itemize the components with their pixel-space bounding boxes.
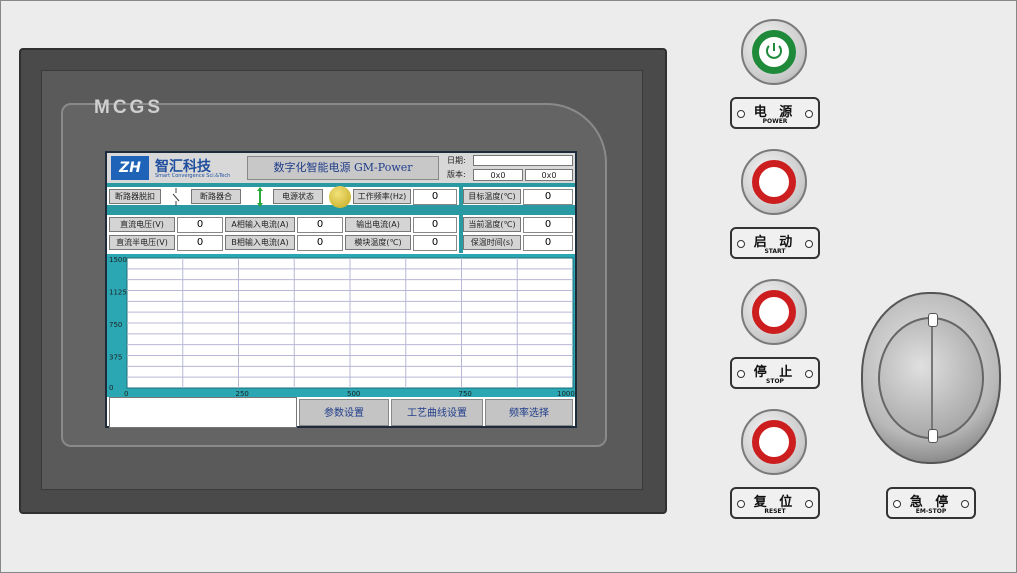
- stop-button[interactable]: [741, 279, 807, 345]
- system-title: 数字化智能电源 GM-Power: [247, 156, 439, 180]
- phase-a-current-value: 0: [297, 217, 343, 233]
- output-current-label: 输出电流(A): [345, 217, 411, 232]
- date-value: [473, 155, 573, 166]
- company-logo: ZH: [111, 156, 149, 180]
- chart-x-tick-label: 1000: [557, 390, 575, 397]
- knob-marker-icon: [928, 429, 938, 443]
- module-temp-value: 0: [413, 235, 457, 251]
- knob-marker-icon: [928, 313, 938, 327]
- dc-voltage-label: 直流电压(V): [109, 217, 175, 232]
- dc-voltage-value: 0: [177, 217, 223, 233]
- breaker-open-icon: [172, 188, 180, 206]
- emergency-stop-button[interactable]: [861, 292, 1001, 464]
- chart-y-tick-label: 1125: [109, 289, 127, 297]
- target-temp-value: 0: [523, 189, 573, 205]
- power-button[interactable]: [741, 19, 807, 85]
- chart-x-tick-label: 500: [347, 390, 360, 397]
- current-temp-label: 当前温度(℃): [463, 217, 521, 232]
- stop-nameplate: 停 止 STOP: [730, 357, 820, 389]
- target-temp-label: 目标温度(℃): [463, 189, 521, 204]
- stop-button-ring: [752, 290, 796, 334]
- start-button[interactable]: [741, 149, 807, 215]
- company-subtitle: Smart Convergence Sci.&Tech: [155, 173, 231, 179]
- stop-label-en: STOP: [766, 378, 784, 385]
- phase-b-current-value: 0: [297, 235, 343, 251]
- start-label-en: START: [764, 248, 786, 255]
- emergency-stop-nameplate: 急 停 EM-STOP: [886, 487, 976, 519]
- phase-a-current-label: A相输入电流(A): [225, 217, 295, 232]
- work-freq-value: 0: [413, 189, 457, 205]
- frequency-select-button[interactable]: 频率选择: [485, 399, 573, 426]
- version-value-2: 0x0: [525, 169, 573, 181]
- dc-half-voltage-value: 0: [177, 235, 223, 251]
- hold-time-label: 保温时间(s): [463, 235, 521, 250]
- power-nameplate: 电 源 POWER: [730, 97, 820, 129]
- version-label: 版本:: [447, 170, 466, 179]
- hold-time-value: 0: [523, 235, 573, 251]
- breaker-closed-icon: [257, 187, 263, 207]
- reset-button[interactable]: [741, 409, 807, 475]
- module-temp-label: 模块温度(℃): [345, 235, 411, 250]
- params-settings-button[interactable]: 参数设置: [299, 399, 389, 426]
- chart-y-tick-label: 1500: [109, 256, 127, 264]
- chart-x-tick-label: 750: [459, 390, 472, 397]
- dc-half-voltage-label: 直流半电压(V): [109, 235, 175, 250]
- process-curve-chart: 1500 1125 750 375 0 0 250 500 750 1000: [107, 254, 575, 397]
- current-temp-value: 0: [523, 217, 573, 233]
- start-nameplate: 启 动 START: [730, 227, 820, 259]
- device-panel: MCGS ZH 智汇科技 Smart Convergence Sci.&Tech…: [0, 0, 1017, 573]
- knob-divider: [931, 319, 933, 437]
- version-value-1: 0x0: [473, 169, 523, 181]
- breaker-on-button[interactable]: 断路器合: [191, 189, 241, 204]
- output-current-value: 0: [413, 217, 457, 233]
- process-curve-settings-button[interactable]: 工艺曲线设置: [391, 399, 483, 426]
- breaker-off-button[interactable]: 断路器脱扣: [109, 189, 161, 204]
- power-status-label: 电源状态: [273, 189, 323, 204]
- power-icon: [766, 43, 782, 59]
- reset-nameplate: 复 位 RESET: [730, 487, 820, 519]
- screen-header: ZH 智汇科技 Smart Convergence Sci.&Tech 数字化智…: [107, 153, 575, 183]
- reset-label-en: RESET: [764, 508, 786, 515]
- chart-x-tick-label: 0: [124, 390, 128, 397]
- power-status-indicator: [329, 186, 351, 208]
- power-button-ring: [752, 30, 796, 74]
- hmi-brand-label: MCGS: [94, 97, 163, 118]
- chart-y-tick-label: 750: [109, 321, 122, 329]
- chart-y-tick-label: 375: [109, 354, 122, 362]
- reset-button-ring: [752, 420, 796, 464]
- work-freq-label: 工作频率(Hz): [353, 189, 411, 204]
- chart-y-tick-label: 0: [109, 384, 113, 392]
- estop-label-en: EM-STOP: [915, 508, 947, 515]
- date-label: 日期:: [447, 156, 466, 165]
- chart-x-tick-label: 250: [236, 390, 249, 397]
- emergency-stop-knob: [878, 313, 984, 443]
- phase-b-current-label: B相输入电流(A): [225, 235, 295, 250]
- start-button-ring: [752, 160, 796, 204]
- power-label-en: POWER: [762, 118, 788, 125]
- message-area: [109, 397, 297, 428]
- chart-svg: 1500 1125 750 375 0 0 250 500 750 1000: [109, 256, 575, 397]
- hmi-screen: ZH 智汇科技 Smart Convergence Sci.&Tech 数字化智…: [105, 151, 577, 428]
